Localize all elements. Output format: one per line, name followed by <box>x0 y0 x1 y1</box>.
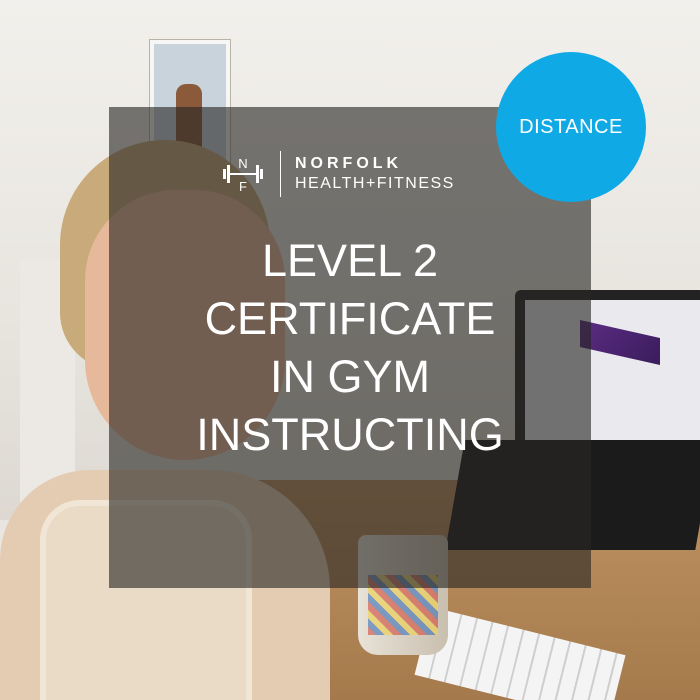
monogram-top: N <box>238 156 247 171</box>
monogram-bottom: F <box>239 179 247 194</box>
distance-badge-label: DISTANCE <box>519 115 623 138</box>
course-title-line: INSTRUCTING <box>196 409 504 460</box>
course-title: LEVEL 2 CERTIFICATE IN GYM INSTRUCTING <box>109 232 591 464</box>
brand-logo: N F NORFOLK HEALTH+FITNESS <box>222 150 502 198</box>
certificate-stripe <box>580 320 660 365</box>
brand-name-line1: NORFOLK <box>295 155 403 172</box>
course-title-line: IN GYM <box>269 351 430 402</box>
brand-name-line2: HEALTH+FITNESS <box>295 175 455 192</box>
distance-badge: DISTANCE <box>496 52 646 202</box>
logo-divider <box>280 151 281 197</box>
course-title-line: LEVEL 2 <box>262 235 438 286</box>
brand-name: NORFOLK HEALTH+FITNESS <box>295 156 455 192</box>
course-title-line: CERTIFICATE <box>204 293 496 344</box>
dumbbell-monogram-icon: N F <box>222 153 264 195</box>
